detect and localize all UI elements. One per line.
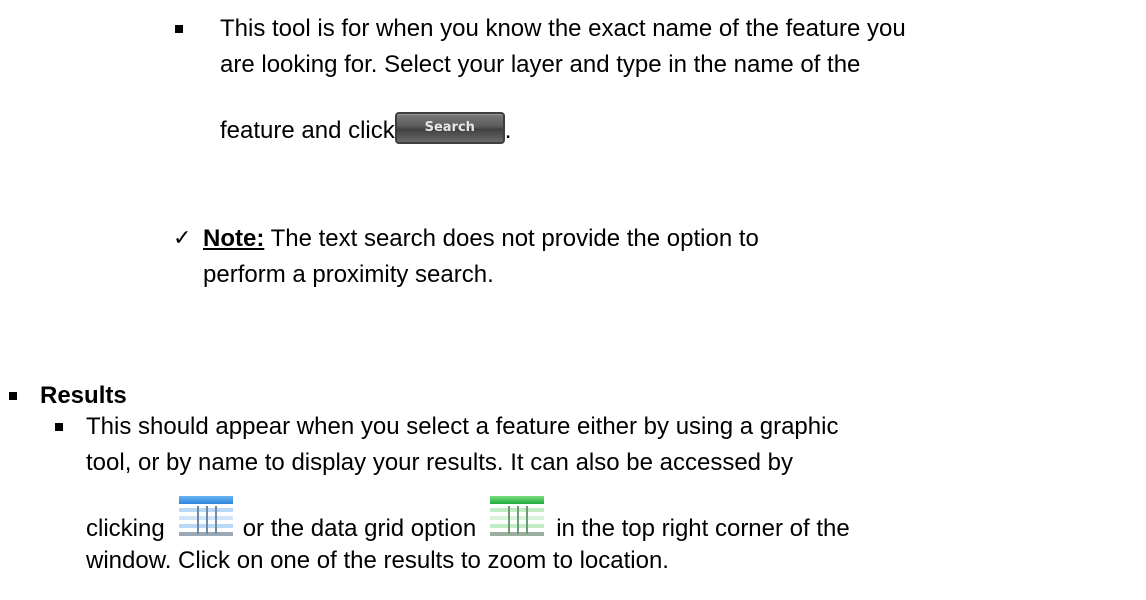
note-line-2: perform a proximity search. (203, 261, 494, 288)
results-line-3-prefix: clicking (86, 515, 165, 542)
results-line-3-suffix: in the top right corner of the (556, 515, 850, 542)
bullet-icon (9, 392, 17, 400)
results-table-icon[interactable] (178, 496, 233, 540)
checkmark-icon: ✓ (173, 226, 192, 251)
search-button[interactable]: Search (394, 112, 505, 144)
data-grid-icon[interactable] (490, 496, 545, 540)
results-line-3-middle: or the data grid option (242, 515, 477, 542)
text-search-description-suffix: . (504, 117, 512, 144)
text-search-description-line-3: feature and click Search . (220, 110, 511, 146)
results-line-2: tool, or by name to display your results… (86, 449, 794, 476)
note-text: The text search does not provide the opt… (264, 225, 759, 252)
results-line-1: This should appear when you select a fea… (86, 413, 839, 440)
text-search-description-prefix: feature and click (220, 117, 395, 144)
text-search-description-line-2: are looking for. Select your layer and t… (220, 51, 861, 78)
results-heading: Results (40, 382, 127, 409)
bullet-icon (175, 25, 183, 33)
note-label: Note: (203, 225, 265, 252)
note-line-1: Note: The text search does not provide t… (203, 224, 759, 254)
text-search-description-line-1: This tool is for when you know the exact… (220, 15, 906, 42)
bullet-icon (55, 423, 63, 431)
results-line-3: clicking or the data grid option in the … (86, 494, 850, 544)
results-line-4: window. Click on one of the results to z… (86, 547, 669, 574)
